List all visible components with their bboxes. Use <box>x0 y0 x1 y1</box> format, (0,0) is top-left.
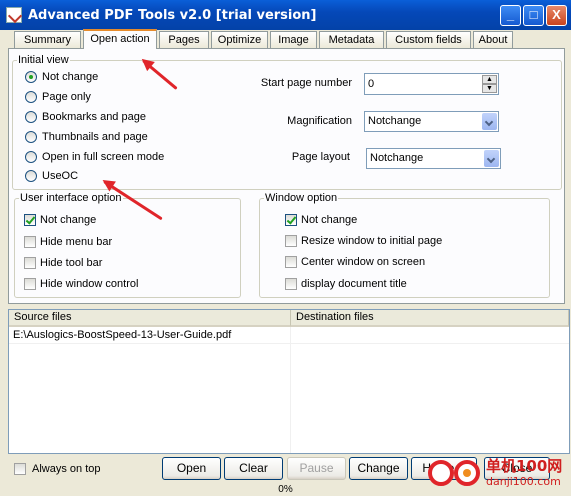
tab-image[interactable]: Image <box>270 31 317 48</box>
app-icon <box>6 7 22 23</box>
radio-bookmarks-and-page[interactable]: Bookmarks and page <box>25 110 146 126</box>
title-bar: Advanced PDF Tools v2.0 [trial version] … <box>0 0 571 30</box>
radio-button-icon[interactable] <box>25 71 37 84</box>
open-action-panel: Initial view Not change Page only Bookma… <box>8 48 565 304</box>
radio-button-icon[interactable] <box>25 170 37 183</box>
checkbox-icon[interactable] <box>24 257 36 270</box>
tab-custom-fields[interactable]: Custom fields <box>386 31 471 48</box>
radio-page-only[interactable]: Page only <box>25 90 91 106</box>
spin-down-icon[interactable]: ▼ <box>482 84 497 93</box>
checkbox-icon[interactable] <box>285 256 297 269</box>
magnification-label: Magnification <box>287 115 352 127</box>
change-button[interactable]: Change <box>349 457 408 480</box>
start-page-label: Start page number <box>260 77 352 89</box>
page-layout-select[interactable]: Notchange <box>366 148 501 169</box>
checkbox-checked-icon[interactable] <box>24 214 36 227</box>
initial-view-legend: Initial view <box>18 54 69 66</box>
ui-not-change-checkbox[interactable]: Not change <box>24 213 96 229</box>
tab-metadata[interactable]: Metadata <box>319 31 384 48</box>
radio-full-screen[interactable]: Open in full screen mode <box>25 150 164 166</box>
chevron-down-icon[interactable] <box>482 113 497 130</box>
column-divider <box>290 327 291 453</box>
magnification-select[interactable]: Notchange <box>364 111 499 132</box>
radio-button-icon[interactable] <box>25 131 37 144</box>
window-option-legend: Window option <box>265 192 338 204</box>
watermark-logo: 单机100网 danji100.com <box>424 455 570 495</box>
start-page-input[interactable]: 0 ▲ ▼ <box>364 73 499 95</box>
display-title-checkbox[interactable]: display document title <box>285 277 407 293</box>
window-title: Advanced PDF Tools v2.0 [trial version] <box>28 8 317 23</box>
watermark-plus-icon <box>428 460 454 486</box>
hide-menu-bar-checkbox[interactable]: Hide menu bar <box>24 235 112 251</box>
tab-summary[interactable]: Summary <box>14 31 81 48</box>
spin-up-icon[interactable]: ▲ <box>482 75 497 84</box>
hide-window-control-checkbox[interactable]: Hide window control <box>24 277 138 293</box>
progress-text: 0% <box>278 484 293 495</box>
page-layout-label: Page layout <box>291 151 350 163</box>
open-button[interactable]: Open <box>162 457 221 480</box>
checkbox-icon[interactable] <box>24 278 36 291</box>
clear-button[interactable]: Clear <box>224 457 283 480</box>
hide-tool-bar-checkbox[interactable]: Hide tool bar <box>24 256 102 272</box>
minimize-button[interactable]: _ <box>500 5 521 26</box>
always-on-top-checkbox[interactable]: Always on top <box>14 462 100 478</box>
tab-open-action[interactable]: Open action <box>83 29 157 49</box>
checkbox-icon[interactable] <box>24 236 36 249</box>
ui-option-legend: User interface option <box>20 192 122 204</box>
chevron-down-icon[interactable] <box>484 150 499 167</box>
window-not-change-checkbox[interactable]: Not change <box>285 213 357 229</box>
radio-button-icon[interactable] <box>25 91 37 104</box>
files-table[interactable]: Source files Destination files E:\Auslog… <box>8 309 570 454</box>
tab-pages[interactable]: Pages <box>159 31 209 48</box>
table-row[interactable]: E:\Auslogics-BoostSpeed-13-User-Guide.pd… <box>13 329 231 341</box>
tab-optimize[interactable]: Optimize <box>211 31 268 48</box>
source-file-cell: E:\Auslogics-BoostSpeed-13-User-Guide.pd… <box>13 329 232 341</box>
radio-not-change[interactable]: Not change <box>25 70 98 86</box>
tab-about[interactable]: About <box>473 31 513 48</box>
checkbox-icon[interactable] <box>285 235 297 248</box>
center-window-checkbox[interactable]: Center window on screen <box>285 255 425 271</box>
source-files-header[interactable]: Source files <box>9 310 291 327</box>
radio-useoc[interactable]: UseOC <box>25 169 78 185</box>
radio-thumbnails-and-page[interactable]: Thumbnails and page <box>25 130 148 146</box>
row-divider <box>9 343 569 344</box>
checkbox-checked-icon[interactable] <box>285 214 297 227</box>
close-window-button[interactable]: X <box>546 5 567 26</box>
pause-button[interactable]: Pause <box>287 457 346 480</box>
resize-window-checkbox[interactable]: Resize window to initial page <box>285 234 442 250</box>
maximize-button[interactable]: □ <box>523 5 544 26</box>
destination-files-header[interactable]: Destination files <box>291 310 569 327</box>
checkbox-icon[interactable] <box>285 278 297 291</box>
radio-button-icon[interactable] <box>25 111 37 124</box>
checkbox-icon[interactable] <box>14 463 26 476</box>
radio-button-icon[interactable] <box>25 151 37 164</box>
watermark-circle-icon <box>454 460 480 486</box>
